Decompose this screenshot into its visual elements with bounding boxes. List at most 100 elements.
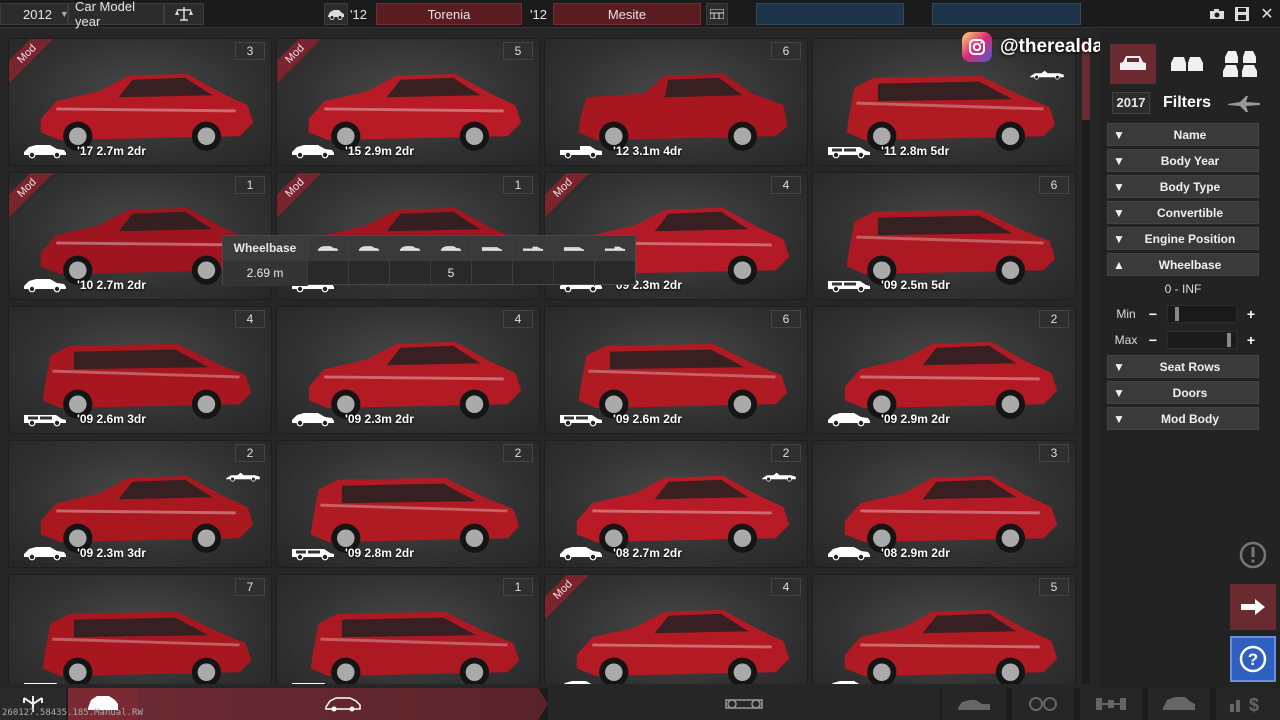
slot-empty-1[interactable] [756, 3, 904, 25]
filter-label: Seat Rows [1159, 359, 1221, 374]
help-button[interactable]: ? [1230, 636, 1276, 682]
max-slider-knob[interactable] [1227, 333, 1231, 347]
car-meta: '09 2.8m 2dr [287, 545, 414, 561]
filter-body-type[interactable]: ▼ Body Type [1107, 175, 1259, 198]
car-card[interactable]: 3 '08 2.9m 2dr [812, 440, 1076, 568]
save-button[interactable] [1231, 3, 1253, 25]
cost-icon: $ [1228, 694, 1268, 714]
car-card[interactable]: 4 '09 2.3m 2dr [276, 306, 540, 434]
interior-icon [1161, 694, 1197, 714]
max-slider[interactable] [1167, 331, 1237, 349]
warning-icon [1238, 540, 1268, 570]
car-info: '09 2.6m 3dr [77, 412, 146, 426]
car-card[interactable]: 2 '08 2.7m 2dr [544, 440, 808, 568]
year-dropdown[interactable]: 2012 ▼ [0, 3, 69, 25]
right-year-tag: '12 [530, 3, 552, 25]
car-meta [19, 679, 77, 684]
tooltip-value: 2.69 m [223, 261, 307, 286]
filter-name[interactable]: ▼ Name [1107, 123, 1259, 146]
filter-doors[interactable]: ▼ Doors [1107, 381, 1259, 404]
filter-mod-body[interactable]: ▼ Mod Body [1107, 407, 1259, 430]
variant-count: 7 [235, 578, 265, 596]
filter-convertible[interactable]: ▼ Convertible [1107, 201, 1259, 224]
filter-wheelbase[interactable]: ▲ Wheelbase [1107, 253, 1259, 276]
car-card[interactable]: 6 '12 3.1m 4dr [544, 38, 808, 166]
max-decrease-button[interactable]: − [1145, 332, 1161, 348]
stats-button[interactable] [706, 3, 728, 25]
car-card[interactable]: Mod 3'17 2.7m 2dr [8, 38, 272, 166]
stage-suspension-tab[interactable] [1012, 688, 1074, 720]
stage-interior-tab[interactable] [1148, 688, 1210, 720]
warning-button[interactable] [1230, 532, 1276, 578]
car-card[interactable]: 1 [276, 574, 540, 684]
slot-empty-2[interactable] [932, 3, 1081, 25]
car-info: '08 2.9m 2dr [881, 546, 950, 560]
car-meta: '09 2.3m 3dr [19, 545, 146, 561]
tooltip-cell [472, 261, 512, 286]
body-type-icon [308, 236, 348, 261]
body-type-icon [431, 236, 471, 261]
car-card[interactable]: 6 '09 2.6m 2dr [544, 306, 808, 434]
wheelbase-min-row: Min − + [1107, 303, 1259, 325]
car-card[interactable]: 5 [812, 574, 1076, 684]
car-render [578, 343, 788, 419]
stage-chassis-tab[interactable] [548, 688, 940, 720]
car-card[interactable]: 7 [8, 574, 272, 684]
car-meta: '11 2.8m 5dr [823, 143, 949, 159]
min-label: Min [1116, 307, 1136, 321]
car-card[interactable]: 2 '09 2.3m 3dr [8, 440, 272, 568]
filter-body-year[interactable]: ▼ Body Year [1107, 149, 1259, 172]
min-slider-knob[interactable] [1175, 307, 1179, 321]
max-increase-button[interactable]: + [1243, 332, 1259, 348]
stage-cost-tab[interactable]: $ [1216, 688, 1280, 720]
car-card[interactable]: Mod 5'15 2.9m 2dr [276, 38, 540, 166]
car-info: '17 2.7m 2dr [77, 144, 146, 158]
compare-button[interactable] [164, 3, 204, 25]
screenshot-button[interactable] [1206, 3, 1228, 25]
filter-label: Mod Body [1161, 411, 1219, 426]
stage-variant-tab[interactable] [138, 688, 548, 720]
body-type-double-button[interactable] [1164, 44, 1210, 84]
car-meta: '15 2.9m 2dr [287, 143, 414, 159]
grid-scrollbar[interactable] [1082, 38, 1090, 684]
car-render [310, 611, 520, 684]
car-meta: '09 2.5m 5dr [823, 277, 950, 293]
filter-seat-rows[interactable]: ▼ Seat Rows [1107, 355, 1259, 378]
car-card[interactable]: 6 '09 2.5m 5dr [812, 172, 1076, 300]
plane-icon[interactable] [1226, 94, 1262, 119]
body-type-icon [472, 236, 512, 261]
stage-drivetrain-tab[interactable] [1080, 688, 1142, 720]
sort-label: Car Model year [75, 0, 135, 29]
variant-count: 3 [1039, 444, 1069, 462]
two-cars-icon [1169, 53, 1205, 75]
left-car-slot[interactable]: Torenia [376, 3, 522, 25]
filter-year-badge[interactable]: 2017 [1112, 92, 1150, 114]
body-type-single-button[interactable] [1110, 44, 1156, 84]
next-button[interactable] [1230, 584, 1276, 630]
car-card[interactable]: 4 '09 2.6m 3dr [8, 306, 272, 434]
right-car-slot[interactable]: Mesite [553, 3, 701, 25]
min-decrease-button[interactable]: − [1145, 306, 1161, 322]
min-increase-button[interactable]: + [1243, 306, 1259, 322]
car-card[interactable]: 2 '09 2.8m 2dr [276, 440, 540, 568]
coupe-silhouette-icon [564, 681, 592, 684]
top-bar: 2012 ▼ Car Model year '12 Torenia '12 Me… [0, 0, 1280, 29]
stage-engine-tab[interactable] [942, 688, 1006, 720]
min-slider[interactable] [1167, 305, 1237, 323]
car-card[interactable]: 2 '09 2.9m 2dr [812, 306, 1076, 434]
left-car-button[interactable] [324, 3, 348, 25]
filter-engine-position[interactable]: ▼ Engine Position [1107, 227, 1259, 250]
variant-count: 6 [771, 310, 801, 328]
tooltip-column [389, 236, 430, 286]
close-icon[interactable]: ✕ [1256, 3, 1278, 25]
tooltip-cell [554, 261, 594, 286]
body-type-triple-button[interactable] [1218, 44, 1264, 84]
variant-count: 5 [1039, 578, 1069, 596]
svg-text:?: ? [1248, 650, 1258, 669]
filter-label: Doors [1172, 385, 1208, 400]
car-meta: '09 2.6m 2dr [555, 411, 682, 427]
body-type-icon [390, 236, 430, 261]
car-card[interactable]: Mod 4 [544, 574, 808, 684]
car-render [42, 343, 252, 419]
sort-dropdown[interactable]: Car Model year [68, 0, 164, 29]
